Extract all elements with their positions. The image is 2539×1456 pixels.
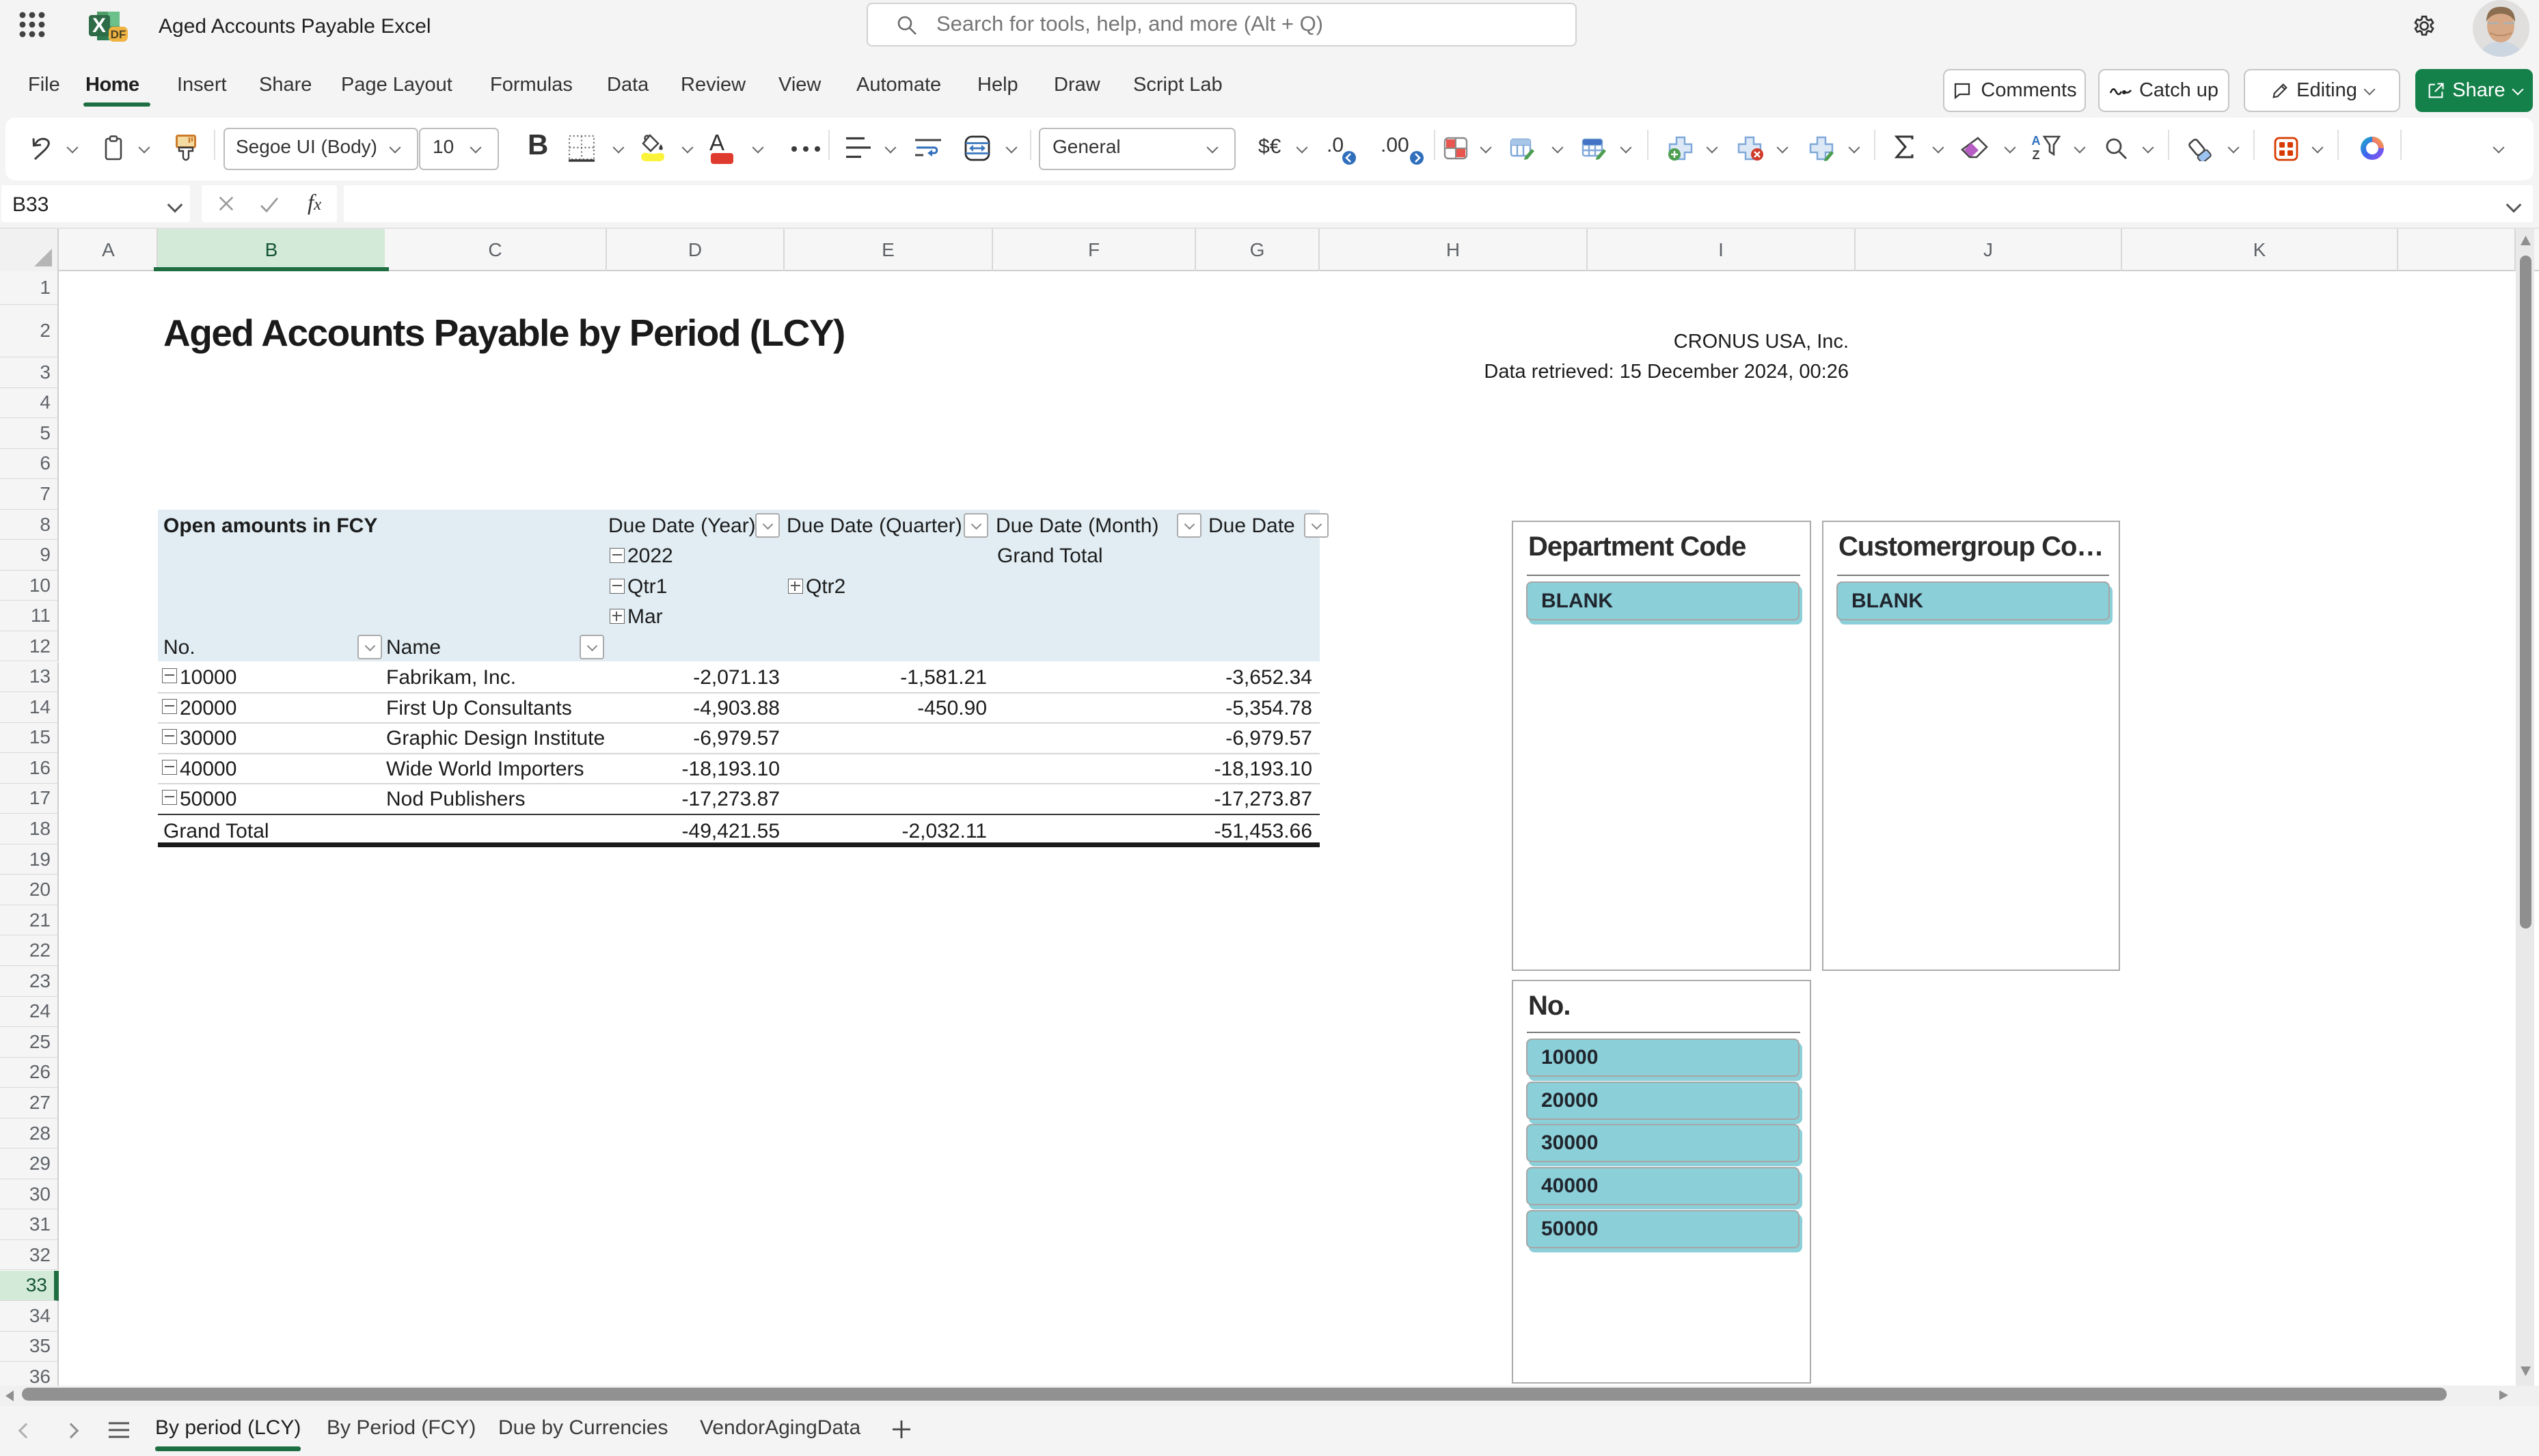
svg-text:X: X bbox=[92, 14, 106, 37]
svg-text:DF: DF bbox=[111, 28, 126, 41]
svg-text:Z: Z bbox=[2033, 148, 2040, 161]
svg-text:A: A bbox=[2032, 134, 2041, 148]
